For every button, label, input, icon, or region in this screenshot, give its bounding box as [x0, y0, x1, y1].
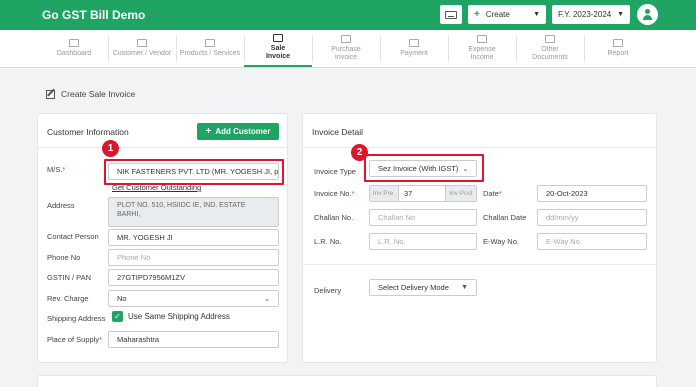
same-shipping-label: Use Same Shipping Address: [128, 312, 230, 321]
keyboard-shortcut-button[interactable]: [440, 5, 462, 24]
chevron-down-icon: ⌄: [264, 295, 270, 303]
invoice-number-group: Inv Pre. 37 Inv Post: [369, 185, 477, 202]
eway-no-label: E-Way No.: [483, 237, 519, 246]
address-field[interactable]: PLOT NO. 510, HSIIDC IE, IND. ESTATE BAR…: [108, 197, 279, 227]
nav-label: Purchase Invoice: [331, 46, 361, 61]
invoice-no-label: Invoice No.*: [314, 189, 355, 198]
date-label: Date*: [483, 189, 502, 198]
contact-person-label: Contact Person: [47, 232, 99, 241]
fy-label: F.Y. 2023-2024: [558, 10, 612, 19]
customer-section-title: Customer Information: [47, 127, 129, 137]
page-header: Create Sale Invoice: [46, 89, 135, 99]
nav-customer-vendor[interactable]: Customer / Vendor: [108, 30, 176, 67]
chevron-down-icon: ▼: [461, 284, 468, 291]
challan-date-label: Challan Date: [483, 213, 527, 222]
invoice-prefix-input[interactable]: Inv Pre.: [370, 186, 399, 201]
address-label: Address: [47, 201, 75, 210]
nav-report[interactable]: Report: [584, 30, 652, 67]
gstin-label: GSTIN / PAN: [47, 273, 92, 282]
rev-charge-value: No: [117, 294, 127, 303]
chevron-down-icon: ▼: [617, 11, 624, 18]
invoice-number-input[interactable]: 37: [399, 186, 445, 201]
nav-label: Report: [607, 50, 629, 57]
highlight-box-customer: [104, 159, 284, 185]
add-customer-label: Add Customer: [215, 127, 271, 136]
invoice-type-label: Invoice Type: [314, 167, 356, 176]
annotation-badge-1: 1: [102, 140, 119, 157]
delivery-mode-select[interactable]: Select Delivery Mode ▼: [369, 279, 477, 296]
app-title: Go GST Bill Demo: [42, 8, 146, 22]
address-value: PLOT NO. 510, HSIIDC IE, IND. ESTATE BAR…: [117, 202, 246, 218]
main-nav: Dashboard Customer / Vendor Products / S…: [0, 30, 696, 68]
invoice-postfix-input[interactable]: Inv Post: [445, 186, 476, 201]
divider: [38, 147, 287, 148]
items-card: [37, 375, 657, 387]
lr-no-input[interactable]: L.R. No.: [369, 233, 477, 250]
nav-label: Expense Income: [468, 46, 496, 61]
file-icon: [545, 35, 555, 43]
nav-expense-income[interactable]: Expense Income: [448, 30, 516, 67]
report-icon: [613, 39, 623, 47]
nav-label: Products / Services: [179, 50, 241, 57]
nav-products-services[interactable]: Products / Services: [176, 30, 244, 67]
printer-icon: [273, 34, 283, 42]
place-of-supply-input[interactable]: Maharashtra: [108, 331, 279, 348]
keyboard-icon: [445, 10, 457, 19]
money-icon: [409, 39, 419, 47]
annotation-badge-2: 2: [351, 144, 368, 161]
phone-input[interactable]: Phone No: [108, 249, 279, 266]
invoice-section-title: Invoice Detail: [312, 127, 364, 137]
rev-charge-select[interactable]: No ⌄: [108, 290, 279, 307]
date-input[interactable]: 20-Oct-2023: [537, 185, 647, 202]
financial-year-select[interactable]: F.Y. 2023-2024 ▼: [552, 5, 630, 24]
top-bar: Go GST Bill Demo + Create ▼ F.Y. 2023-20…: [0, 0, 696, 30]
plus-icon: +: [474, 9, 480, 20]
highlight-box-invoice-type: [364, 154, 484, 182]
chevron-down-icon: ▼: [533, 11, 540, 18]
challan-no-input[interactable]: Challan No: [369, 209, 477, 226]
nav-dashboard[interactable]: Dashboard: [40, 30, 108, 67]
phone-label: Phone No: [47, 253, 81, 262]
create-label: Create: [485, 10, 510, 19]
shipping-address-label: Shipping Address: [47, 314, 106, 323]
nav-purchase-invoice[interactable]: Purchase Invoice: [312, 30, 380, 67]
plus-icon: +: [205, 126, 212, 137]
nav-sale-invoice[interactable]: Sale Invoice: [244, 30, 312, 67]
page-title: Create Sale Invoice: [61, 89, 136, 99]
nav-label: Other Documents: [532, 46, 568, 61]
boxes-icon: [205, 39, 215, 47]
nav-label: Dashboard: [56, 50, 92, 57]
edit-icon: [46, 89, 55, 99]
ms-label: M/S.*: [47, 165, 66, 174]
nav-label: Customer / Vendor: [112, 50, 172, 57]
place-of-supply-label: Place of Supply*: [47, 335, 103, 344]
add-customer-button[interactable]: + Add Customer: [197, 123, 279, 140]
lr-no-label: L.R. No.: [314, 237, 342, 246]
challan-date-input[interactable]: dd/mm/yy: [537, 209, 647, 226]
divider: [303, 264, 656, 265]
cart-icon: [341, 35, 351, 43]
document-icon: [477, 35, 487, 43]
user-icon: [642, 9, 653, 20]
rev-charge-label: Rev. Charge: [47, 294, 89, 303]
dashboard-icon: [69, 39, 79, 47]
challan-no-label: Challan No.: [314, 213, 354, 222]
user-avatar[interactable]: [637, 4, 658, 25]
users-icon: [137, 39, 147, 47]
delivery-mode-value: Select Delivery Mode: [378, 283, 449, 292]
check-icon: ✓: [114, 312, 121, 321]
contact-person-input[interactable]: MR. YOGESH JI: [108, 229, 279, 246]
nav-label: Sale Invoice: [265, 45, 291, 60]
nav-payment[interactable]: Payment: [380, 30, 448, 67]
create-dropdown[interactable]: + Create ▼: [468, 5, 546, 24]
nav-other-documents[interactable]: Other Documents: [516, 30, 584, 67]
same-shipping-checkbox[interactable]: ✓: [112, 311, 123, 322]
delivery-label: Delivery: [314, 286, 342, 295]
eway-no-input[interactable]: E-Way No.: [537, 233, 647, 250]
gstin-input[interactable]: 27GTIPD7956M1ZV: [108, 269, 279, 286]
nav-label: Payment: [400, 50, 428, 57]
